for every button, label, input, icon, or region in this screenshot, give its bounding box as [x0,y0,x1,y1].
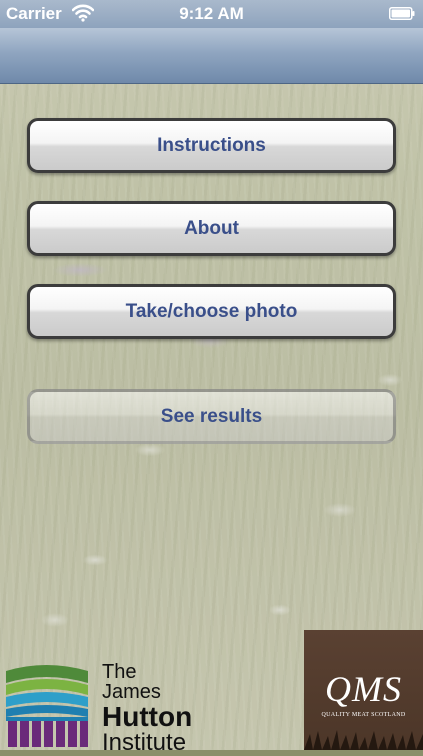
qms-subtitle: QUALITY MEAT SCOTLAND [321,712,406,718]
hutton-line-2: Hutton [102,700,193,732]
instructions-button-label: Instructions [157,134,266,156]
qms-letters: QMS [325,669,402,709]
about-button[interactable]: About [27,201,396,256]
hutton-line-3: Institute [102,729,187,756]
james-hutton-institute-logo: The James Hutton Institute [0,658,200,755]
take-choose-photo-button[interactable]: Take/choose photo [27,284,396,339]
clock: 9:12 AM [179,4,244,23]
instructions-button[interactable]: Instructions [27,118,396,173]
hutton-line-1: The James [102,661,161,704]
see-results-button[interactable]: See results [27,389,396,444]
grass-icon [304,730,423,750]
hutton-wordmark: The James Hutton Institute [102,662,200,756]
take-choose-photo-button-label: Take/choose photo [125,300,298,322]
status-bar: Carrier 9:12 AM [0,0,423,28]
navigation-bar [0,28,423,84]
hutton-landscape-icon [6,665,88,747]
about-button-label: About [184,217,239,239]
battery-icon [389,7,415,20]
see-results-button-label: See results [160,405,263,427]
qms-logo: QMS QUALITY MEAT SCOTLAND [304,630,423,750]
